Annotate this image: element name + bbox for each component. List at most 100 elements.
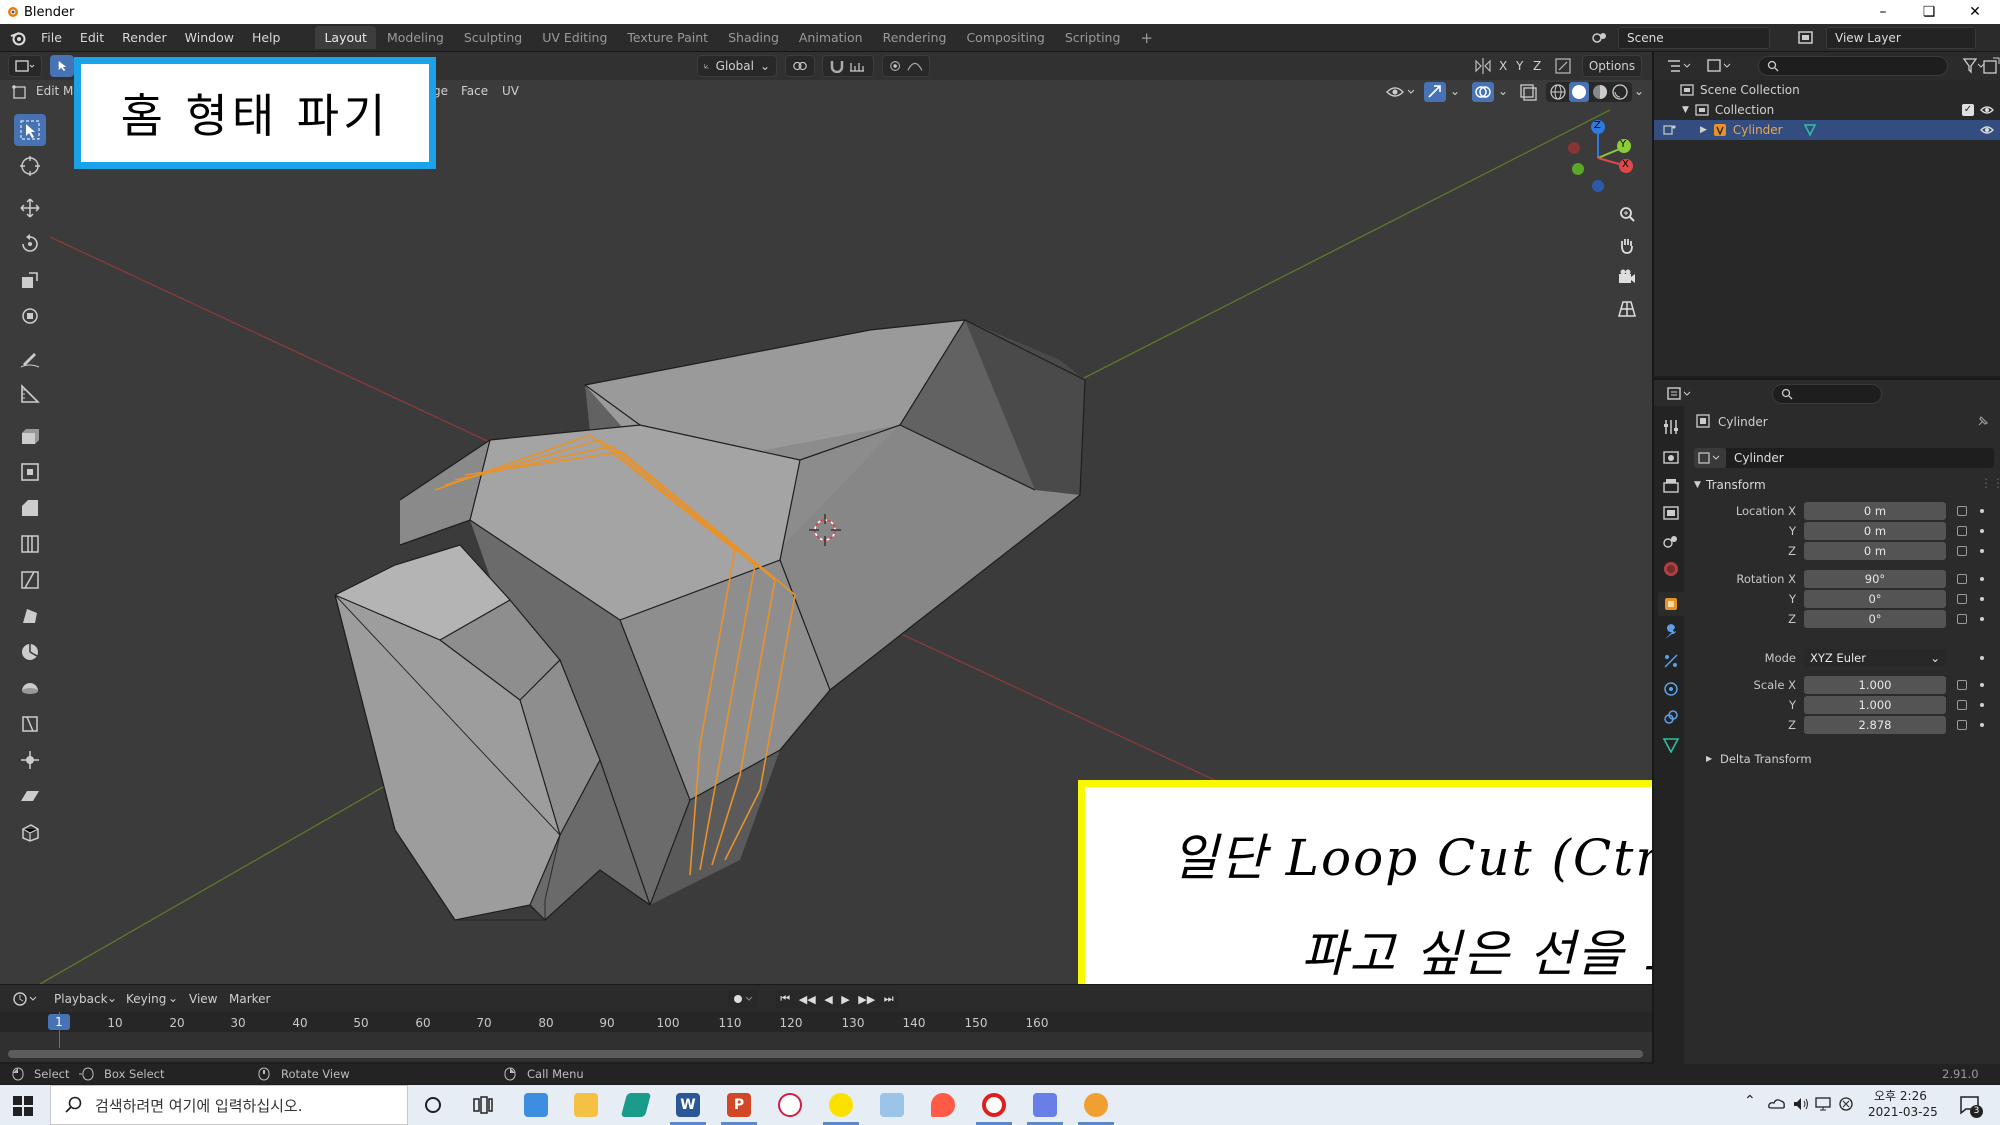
taskbar-kakaotalk-icon[interactable] — [829, 1093, 853, 1117]
close-button[interactable]: ✕ — [1952, 0, 1998, 24]
location-z-field[interactable]: 0 m — [1804, 542, 1946, 560]
wireframe-shading-icon[interactable] — [1549, 83, 1567, 101]
cursor-tool[interactable] — [14, 150, 46, 182]
eye-icon[interactable] — [1980, 124, 1994, 136]
rotation-mode-dropdown[interactable]: XYZ Euler ⌄ — [1804, 649, 1946, 667]
scale-y-field[interactable]: 1.000 — [1804, 696, 1946, 714]
keyframe-dot-icon[interactable] — [1980, 549, 1984, 553]
view-layer-tab-icon[interactable] — [1662, 504, 1680, 522]
jump-start-icon[interactable]: ⏮ — [780, 992, 790, 1006]
object-name-field[interactable]: Cylinder — [1726, 448, 1994, 468]
bevel-tool[interactable] — [14, 492, 46, 524]
mesh-data-tab-icon[interactable] — [1662, 736, 1680, 754]
tab-shading[interactable]: Shading — [719, 26, 788, 49]
solid-shading-icon[interactable] — [1569, 82, 1589, 102]
menu-render[interactable]: Render — [113, 30, 176, 45]
blender-menu-icon[interactable] — [10, 30, 26, 46]
pivot-point-button[interactable] — [785, 55, 815, 77]
material-shading-icon[interactable] — [1591, 83, 1609, 101]
onedrive-icon[interactable] — [1768, 1096, 1786, 1112]
extrude-tool[interactable] — [14, 420, 46, 452]
scene-selector[interactable]: Scene — [1618, 27, 1770, 49]
play-reverse-icon[interactable]: ◀ — [824, 993, 832, 1006]
scale-tool[interactable] — [14, 264, 46, 296]
proportional-editing-button[interactable] — [882, 55, 930, 77]
menu-edit[interactable]: Edit — [71, 30, 113, 45]
expand-arrow-icon[interactable]: ▼ — [1694, 480, 1701, 490]
select-box-tool[interactable] — [14, 114, 46, 146]
lock-icon[interactable] — [1957, 506, 1967, 516]
lock-icon[interactable] — [1957, 680, 1967, 690]
delta-transform-title[interactable]: Delta Transform — [1720, 752, 1812, 766]
transform-panel-title[interactable]: Transform — [1706, 478, 1766, 492]
scale-z-field[interactable]: 2.878 — [1804, 716, 1946, 734]
taskbar-app-icon[interactable] — [931, 1093, 955, 1117]
task-view-icon[interactable] — [472, 1094, 494, 1116]
cortana-icon[interactable] — [422, 1094, 444, 1116]
taskbar-opera-icon[interactable] — [982, 1093, 1006, 1117]
camera-view-button[interactable] — [1613, 263, 1641, 291]
chevron-down-icon[interactable]: ⌄ — [1634, 84, 1644, 98]
taskbar-file-explorer-icon[interactable] — [574, 1093, 598, 1117]
scale-x-field[interactable]: 1.000 — [1804, 676, 1946, 694]
smooth-tool[interactable] — [14, 672, 46, 704]
properties-editor-icon[interactable] — [1666, 385, 1694, 403]
expand-arrow-icon[interactable]: ▶ — [1700, 125, 1707, 135]
spin-tool[interactable] — [14, 636, 46, 668]
tab-sculpting[interactable]: Sculpting — [455, 26, 531, 49]
keyframe-dot-icon[interactable] — [1980, 577, 1984, 581]
timeline-marker-menu[interactable]: Marker — [229, 992, 270, 1006]
tab-animation[interactable]: Animation — [790, 26, 872, 49]
keyframe-dot-icon[interactable] — [1980, 529, 1984, 533]
tray-expand-icon[interactable]: ⌃ — [1744, 1093, 1756, 1109]
modifier-wrench-tab-icon[interactable] — [1662, 624, 1680, 642]
world-tab-icon[interactable] — [1662, 560, 1680, 578]
taskbar-discord-icon[interactable] — [1033, 1093, 1057, 1117]
location-x-field[interactable]: 0 m — [1804, 502, 1946, 520]
move-tool[interactable] — [14, 192, 46, 224]
keyframe-dot-icon[interactable] — [1980, 683, 1984, 687]
outliner-editor-icon[interactable] — [1666, 57, 1694, 75]
timeline-view-menu[interactable]: View — [189, 992, 217, 1006]
collection-checkbox[interactable]: ✓ — [1962, 104, 1974, 116]
play-icon[interactable]: ▶ — [841, 993, 849, 1006]
snapping-button[interactable] — [822, 55, 874, 77]
output-tab-icon[interactable] — [1662, 476, 1680, 494]
keyframe-dot-icon[interactable] — [1980, 656, 1984, 660]
tab-texture-paint[interactable]: Texture Paint — [618, 26, 717, 49]
inset-tool[interactable] — [14, 456, 46, 488]
lock-icon[interactable] — [1957, 526, 1967, 536]
jump-keyframe-back-icon[interactable]: ◀◀ — [799, 993, 816, 1006]
lock-icon[interactable] — [1957, 574, 1967, 584]
expand-arrow-icon[interactable]: ▼ — [1682, 105, 1689, 115]
loop-cut-tool[interactable] — [14, 528, 46, 560]
auto-keying-button[interactable] — [728, 990, 758, 1008]
object-data-selector[interactable] — [1694, 448, 1726, 468]
location-y-field[interactable]: 0 m — [1804, 522, 1946, 540]
taskbar-blender-icon[interactable] — [1084, 1093, 1108, 1117]
taskbar-paint-icon[interactable] — [880, 1093, 904, 1117]
menu-face[interactable]: Face — [461, 84, 488, 98]
outliner-row-cylinder[interactable]: ▶ Cylinder — [1654, 120, 2000, 140]
object-tab-icon[interactable] — [1662, 595, 1680, 613]
knife-tool[interactable] — [14, 564, 46, 596]
keyframe-dot-icon[interactable] — [1980, 509, 1984, 513]
eye-icon[interactable] — [1980, 104, 1994, 116]
tab-layout[interactable]: Layout — [315, 26, 376, 49]
rip-region-tool[interactable] — [14, 816, 46, 848]
pan-view-button[interactable] — [1613, 231, 1641, 259]
menu-file[interactable]: File — [32, 30, 71, 45]
timeline-area[interactable]: 1 — [0, 1012, 1652, 1062]
add-workspace-button[interactable]: + — [1131, 25, 1162, 51]
perspective-toggle-button[interactable] — [1613, 295, 1641, 323]
keyframe-dot-icon[interactable] — [1980, 703, 1984, 707]
orientation-gizmo[interactable]: Z Y X — [1560, 118, 1636, 198]
shrink-fatten-tool[interactable] — [14, 744, 46, 776]
options-dropdown[interactable]: Options — [1582, 55, 1642, 77]
timeline-editor-icon[interactable] — [12, 991, 40, 1007]
chevron-down-icon[interactable]: ⌄ — [1450, 84, 1460, 98]
zoom-view-button[interactable] — [1613, 200, 1641, 228]
transform-orientation-dropdown[interactable]: Global ⌄ — [697, 55, 777, 77]
restore-button[interactable]: ❏ — [1906, 0, 1952, 24]
jump-keyframe-forward-icon[interactable]: ▶▶ — [858, 993, 875, 1006]
